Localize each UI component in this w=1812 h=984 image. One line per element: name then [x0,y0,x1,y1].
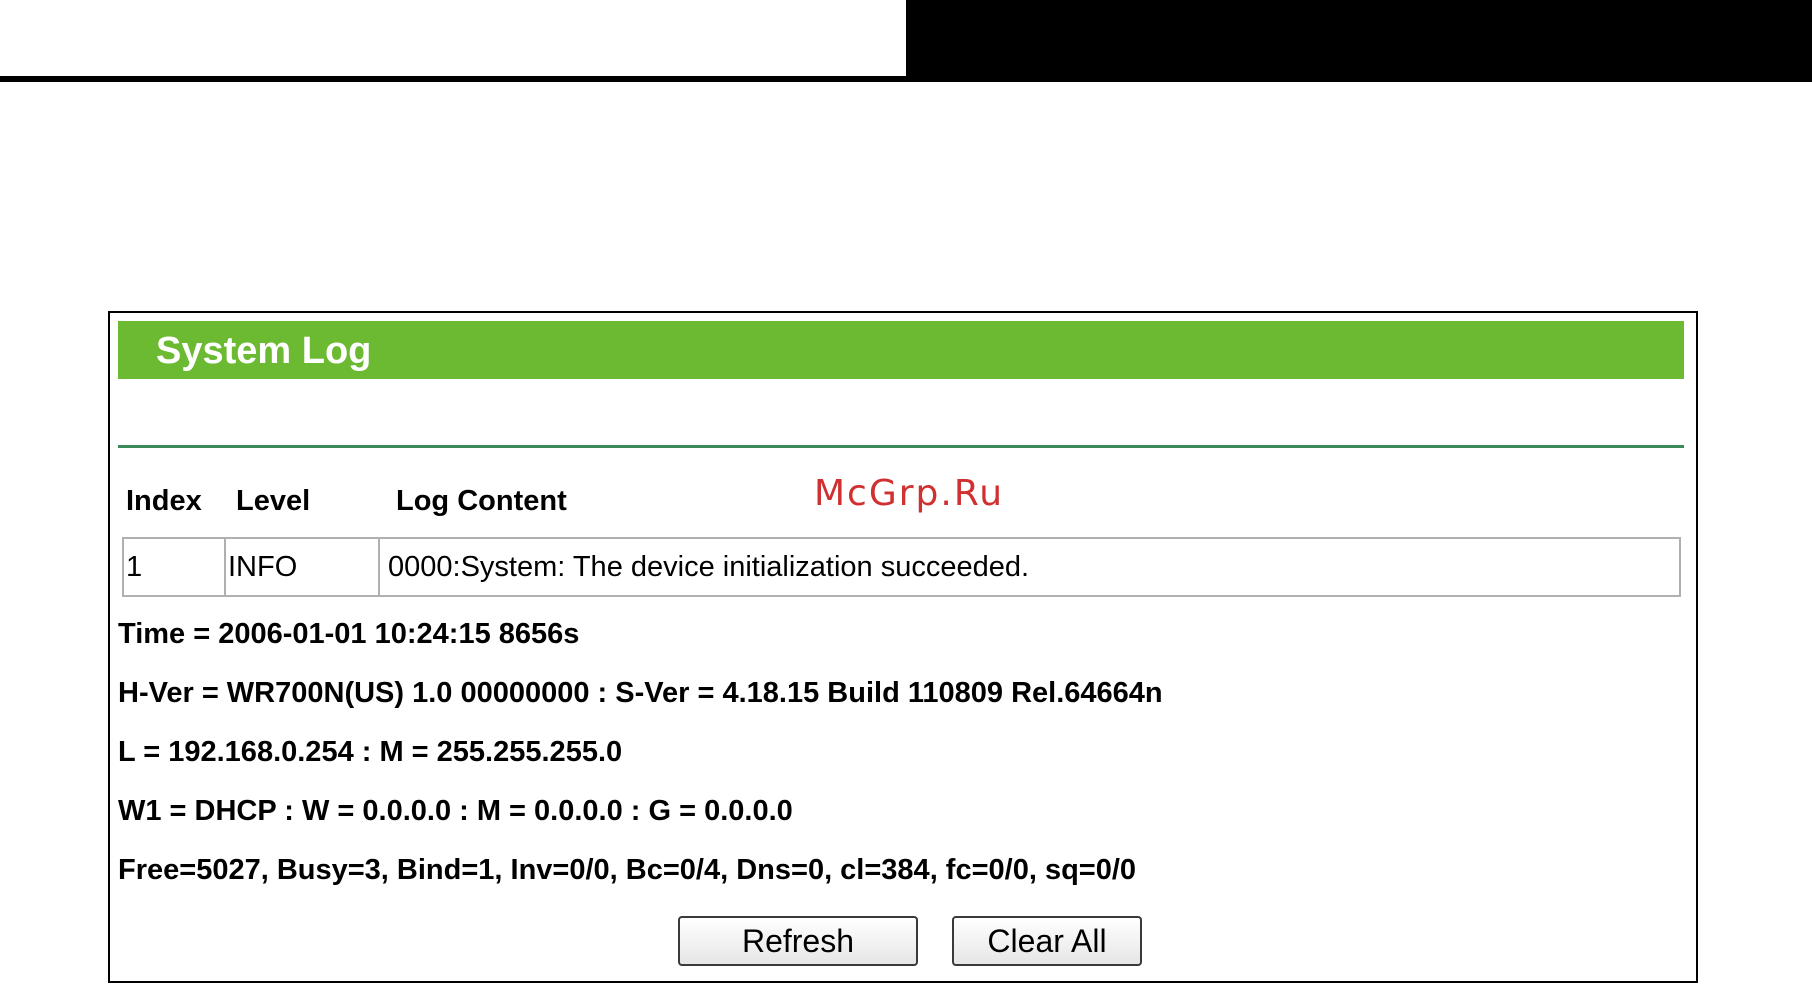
log-table-row: 1 INFO 0000:System: The device initializ… [122,537,1681,597]
log-index-cell: 1 [124,539,226,595]
clear-all-button[interactable]: Clear All [952,916,1142,966]
page-title: System Log [156,330,372,372]
title-bar: System Log [118,321,1684,379]
log-level-cell: INFO [226,539,380,595]
top-black-block [906,0,1812,76]
system-log-panel: System Log Index Level Log Content McGrp… [108,311,1698,983]
log-content-cell: 0000:System: The device initialization s… [388,550,1030,583]
column-header-level: Level [236,485,311,517]
top-rule [0,76,1812,82]
refresh-button[interactable]: Refresh [678,916,918,966]
lan-line: L = 192.168.0.254 : M = 255.255.255.0 [118,736,623,768]
watermark: McGrp.Ru [814,473,1005,514]
version-line: H-Ver = WR700N(US) 1.0 00000000 : S-Ver … [118,677,1163,709]
column-header-index: Index [126,485,202,517]
wan-line: W1 = DHCP : W = 0.0.0.0 : M = 0.0.0.0 : … [118,795,793,827]
stats-line: Free=5027, Busy=3, Bind=1, Inv=0/0, Bc=0… [118,854,1137,886]
column-header-log-content: Log Content [396,485,567,517]
time-line: Time = 2006-01-01 10:24:15 8656s [118,618,580,650]
separator-line [118,445,1684,448]
